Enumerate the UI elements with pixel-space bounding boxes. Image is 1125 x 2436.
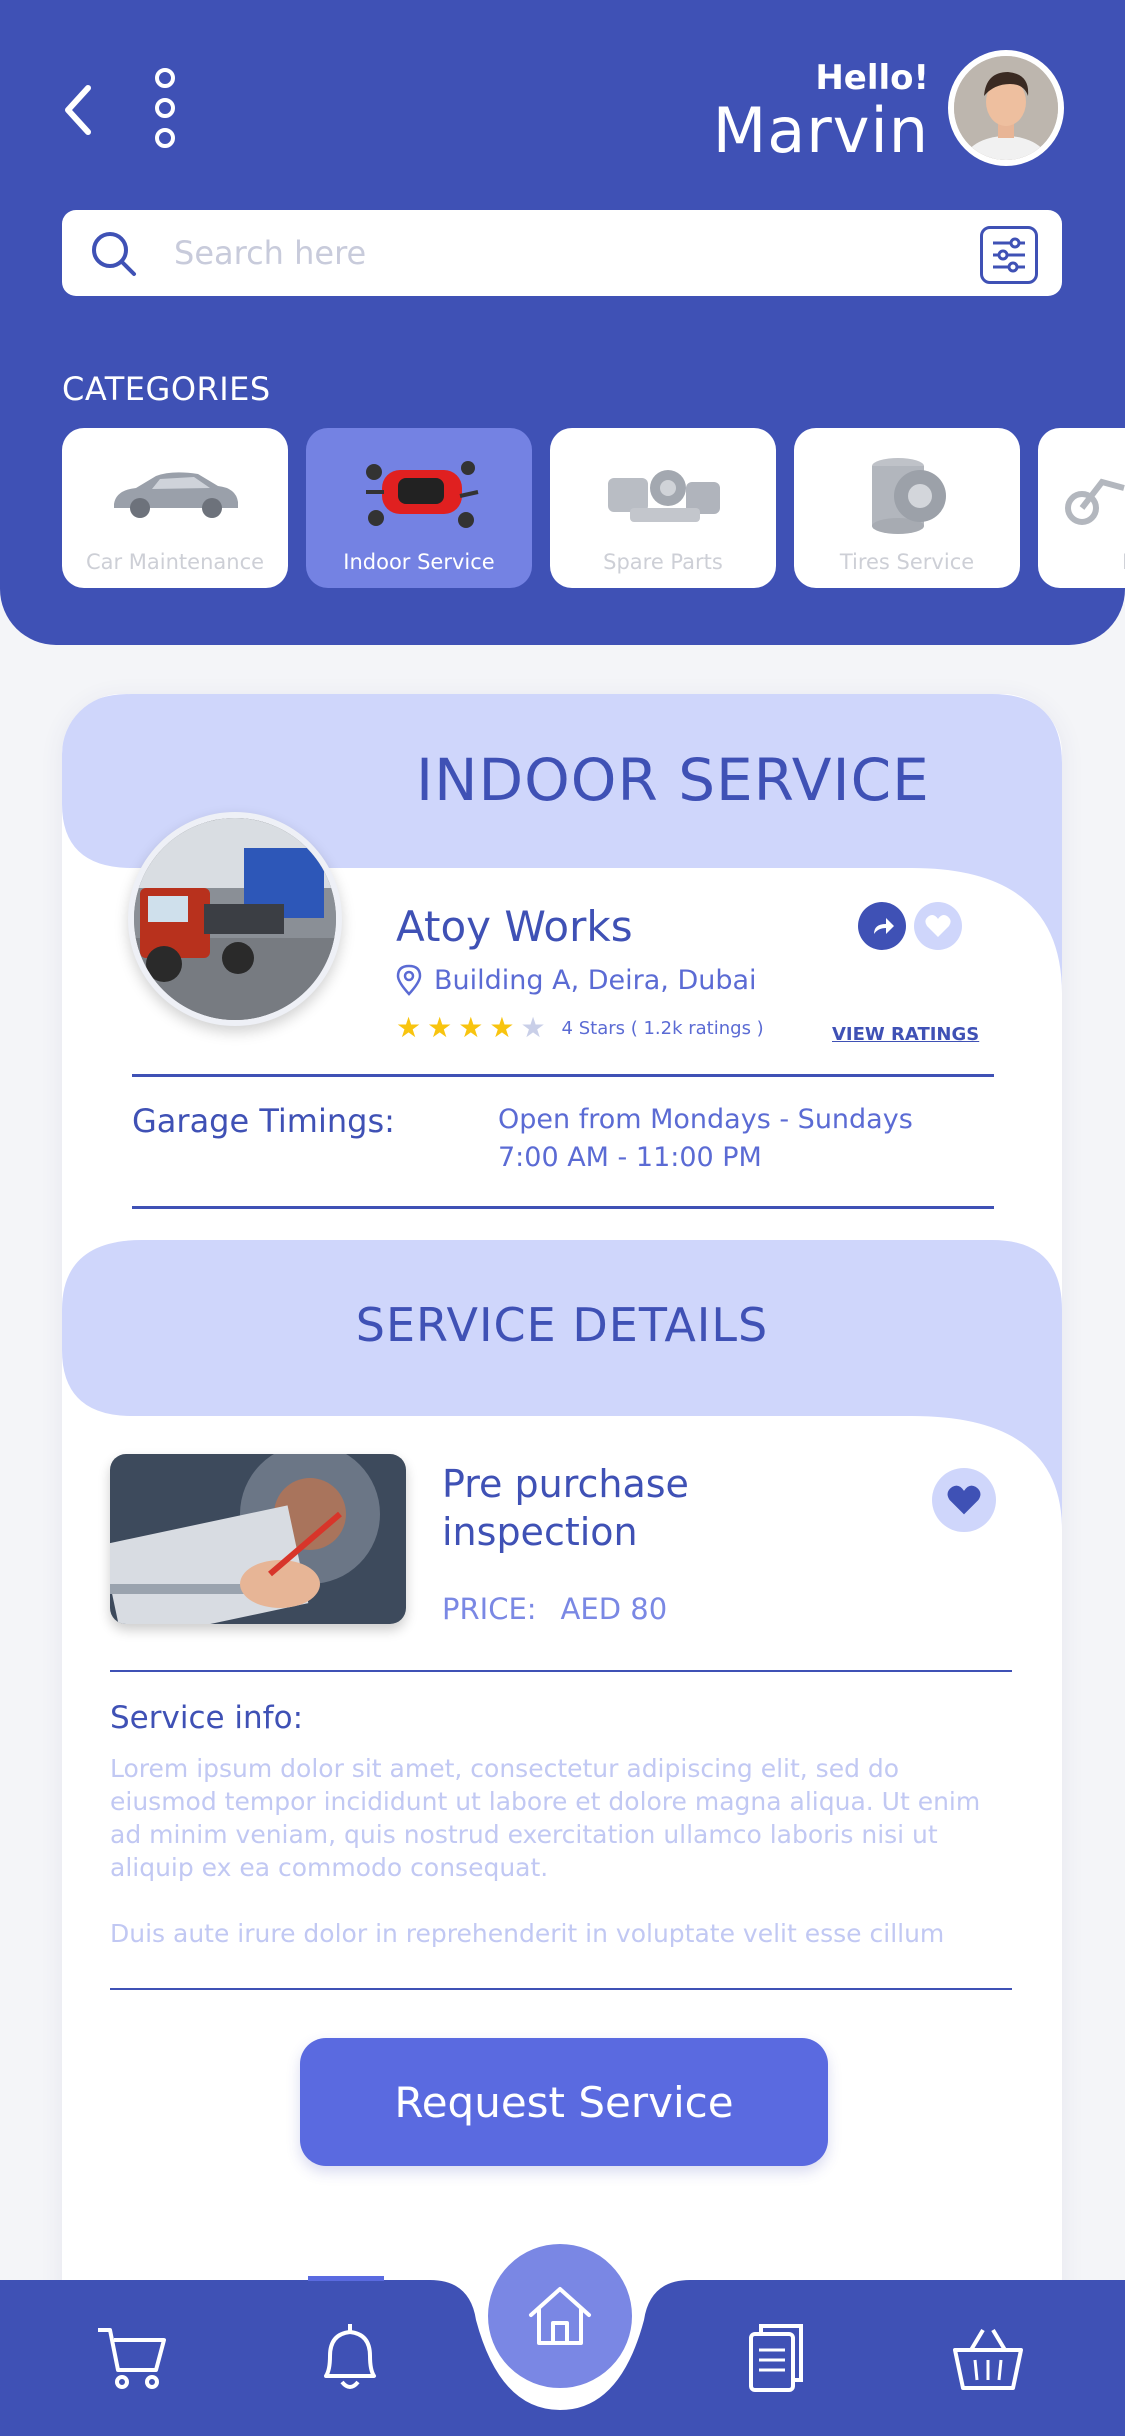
category-label: Tires Service xyxy=(839,550,975,574)
dot-icon xyxy=(155,68,175,88)
nav-notifications[interactable] xyxy=(312,2320,388,2396)
view-ratings-link[interactable]: VIEW RATINGS xyxy=(832,1024,979,1045)
heart-icon xyxy=(925,915,951,937)
timings-hours: 7:00 AM - 11:00 PM xyxy=(498,1142,762,1173)
service-info-text: Lorem ipsum dolor sit amet, consectetur … xyxy=(110,1752,1010,1950)
section-title-indoor-service: INDOOR SERVICE xyxy=(416,746,930,814)
divider xyxy=(110,1988,1012,1990)
home-icon xyxy=(529,2287,591,2345)
star-filled-icon: ★ xyxy=(458,1011,484,1044)
search-icon[interactable] xyxy=(90,230,138,278)
category-label: Car Maintenance xyxy=(85,550,265,574)
nav-home[interactable] xyxy=(480,2236,640,2396)
share-icon xyxy=(874,918,894,934)
divider xyxy=(110,1670,1012,1672)
garage-address: Building A, Deira, Dubai xyxy=(396,964,757,996)
favorite-garage-button[interactable] xyxy=(914,902,962,950)
more-options-button[interactable] xyxy=(150,68,180,148)
rating-text: 4 Stars ( 1.2k ratings ) xyxy=(561,1017,764,1039)
price-label: PRICE: xyxy=(442,1592,537,1626)
category-tires-service[interactable]: Tires Service xyxy=(794,428,1020,588)
divider xyxy=(132,1206,994,1209)
categories-title: CATEGORIES xyxy=(62,370,271,408)
info-paragraph: Lorem ipsum dolor sit amet, consectetur … xyxy=(110,1754,981,1882)
star-rating: ★ ★ ★ ★ ★ 4 Stars ( 1.2k ratings ) xyxy=(396,1014,764,1042)
category-motorbike[interactable]: M xyxy=(1038,428,1125,588)
star-filled-icon: ★ xyxy=(427,1011,453,1044)
category-label: Spare Parts xyxy=(603,550,723,574)
garage-photo xyxy=(128,812,342,1026)
share-button[interactable] xyxy=(858,902,906,950)
dot-icon xyxy=(155,128,175,148)
basket-icon xyxy=(953,2328,1023,2390)
timings-days: Open from Mondays - Sundays xyxy=(498,1104,913,1135)
chevron-left-icon xyxy=(65,85,91,135)
greeting-text: Hello! xyxy=(815,58,929,98)
heart-icon xyxy=(947,1485,981,1515)
nav-cart[interactable] xyxy=(94,2320,170,2396)
address-text: Building A, Deira, Dubai xyxy=(434,964,757,996)
engine-parts-icon xyxy=(608,470,720,522)
search-bar xyxy=(62,210,1062,296)
motorbike-icon xyxy=(1065,478,1125,525)
location-pin-icon xyxy=(396,964,422,996)
filter-button[interactable] xyxy=(980,226,1038,284)
star-empty-icon: ★ xyxy=(520,1011,546,1044)
search-input[interactable] xyxy=(174,226,874,280)
price-value: AED 80 xyxy=(560,1592,668,1626)
info-paragraph: Duis aute irure dolor in reprehenderit i… xyxy=(110,1919,945,1948)
star-filled-icon: ★ xyxy=(489,1011,515,1044)
section-title-service-details: SERVICE DETAILS xyxy=(355,1298,769,1352)
divider xyxy=(132,1074,994,1077)
car-icon xyxy=(114,472,238,518)
category-indoor-service[interactable]: Indoor Service xyxy=(306,428,532,588)
garage-image xyxy=(134,818,336,1020)
cart-icon xyxy=(98,2328,166,2389)
user-photo xyxy=(954,56,1058,160)
service-price: PRICE: AED 80 xyxy=(442,1592,667,1626)
avatar[interactable] xyxy=(948,50,1064,166)
category-list: Car Maintenance Indoor Service Spare Par… xyxy=(62,428,1125,590)
request-service-button[interactable]: Request Service xyxy=(300,2038,828,2166)
garage-name: Atoy Works xyxy=(396,902,633,951)
dot-icon xyxy=(155,98,175,118)
back-button[interactable] xyxy=(58,82,98,138)
favorite-service-button[interactable] xyxy=(932,1468,996,1532)
nav-orders[interactable] xyxy=(738,2320,814,2396)
inspection-photo xyxy=(110,1454,406,1624)
category-car-maintenance[interactable]: Car Maintenance xyxy=(62,428,288,588)
app-header: Hello! Marvin CATEGORIES xyxy=(0,0,1125,645)
service-name: Pre purchase inspection xyxy=(442,1462,689,1554)
sliders-icon xyxy=(993,237,1025,273)
nav-active-indicator xyxy=(308,2276,384,2281)
category-spare-parts[interactable]: Spare Parts xyxy=(550,428,776,588)
user-name: Marvin xyxy=(712,94,929,167)
car-parts-icon xyxy=(366,461,479,528)
garage-detail-card: INDOOR SERVICE Atoy Works Building A, De… xyxy=(62,694,1062,2436)
tire-icon xyxy=(872,458,946,534)
bell-icon xyxy=(324,2324,376,2389)
category-label: Indoor Service xyxy=(343,550,495,574)
star-filled-icon: ★ xyxy=(396,1011,422,1044)
service-info-title: Service info: xyxy=(110,1700,304,1736)
nav-basket[interactable] xyxy=(950,2320,1026,2396)
service-image xyxy=(110,1454,406,1624)
document-icon xyxy=(749,2324,803,2392)
timings-label: Garage Timings: xyxy=(132,1102,395,1140)
